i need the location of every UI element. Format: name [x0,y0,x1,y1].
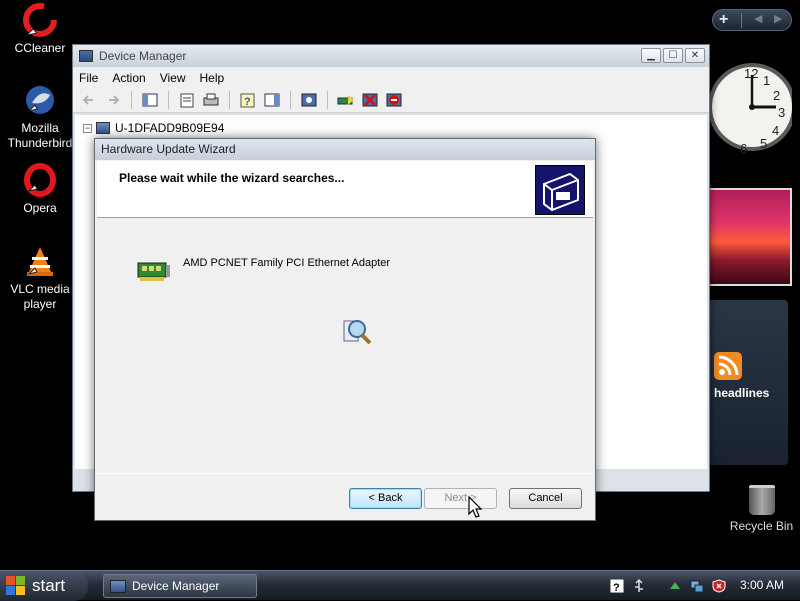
toolbar-divider [290,91,291,109]
toolbar-divider [229,91,230,109]
desktop-icon-recycle-bin[interactable]: Recycle Bin [723,485,800,533]
sidebar-control-divider [741,13,742,28]
menu-file[interactable]: File [79,71,98,85]
back-button[interactable]: < Back [349,488,422,509]
desktop-icon-label: Mozilla Thunderbird [7,121,73,150]
show-hide-tree-icon[interactable] [140,91,160,109]
system-tray: ? 3:00 AM [609,574,800,598]
tree-item-computer[interactable]: − U-1DFADD9B09E94 [83,121,224,135]
window-title: Device Manager [99,49,187,63]
previous-gadget-button[interactable]: ◀ [754,12,762,25]
uninstall-device-icon[interactable] [384,91,404,109]
slideshow-gadget[interactable] [708,188,792,286]
toolbar-divider [327,91,328,109]
clock-numeral: 2 [773,88,780,103]
clock-numeral: 1 [763,73,770,88]
windows-logo-icon [6,576,26,596]
wizard-titlebar[interactable]: Hardware Update Wizard [95,139,595,160]
taskbar-item-label: Device Manager [132,579,220,593]
wizard-header: Please wait while the wizard searches... [97,161,593,218]
rss-feed-icon [714,352,742,380]
desktop: CCleaner Mozilla Thunderbird Opera VLC m… [0,0,800,570]
svg-text:?: ? [244,96,251,108]
caption-buttons: ▁ ☐ ✕ [641,48,705,63]
menu-bar: File Action View Help [73,67,709,88]
start-label: start [32,576,66,595]
clock-numeral: 4 [772,123,779,138]
next-button[interactable]: Next > [424,488,497,509]
desktop-icon-label: Recycle Bin [729,519,794,533]
cancel-button[interactable]: Cancel [509,488,582,509]
search-magnifier-icon [341,315,373,347]
desktop-icon-vlc[interactable]: VLC media player [0,244,80,312]
show-hide-action-pane-icon[interactable] [262,91,282,109]
toolbar-divider [168,91,169,109]
device-manager-icon [79,50,93,62]
ccleaner-icon [23,3,57,37]
device-manager-titlebar[interactable]: Device Manager [73,45,709,67]
maximize-button[interactable]: ☐ [663,48,683,63]
taskbar-clock[interactable]: 3:00 AM [740,578,784,592]
desktop-icon-label: Opera [23,201,57,215]
menu-action[interactable]: Action [112,71,145,85]
tree-expander[interactable]: − [83,123,92,133]
thunderbird-icon [23,83,57,117]
add-gadget-button[interactable]: + [719,11,728,29]
network-tray-icon[interactable] [690,579,704,593]
device-manager-icon [110,579,126,593]
hardware-update-wizard-dialog: Hardware Update Wizard Please wait while… [94,138,596,521]
desktop-icon-label: VLC media player [10,282,70,311]
help-icon[interactable]: ? [238,91,258,109]
device-entry: AMD PCNET Family PCI Ethernet Adapter [137,257,390,283]
desktop-icon-thunderbird[interactable]: Mozilla Thunderbird [0,83,80,151]
back-arrow-icon[interactable] [79,91,99,109]
start-button[interactable]: start [0,571,88,601]
taskbar-item-device-manager[interactable]: Device Manager [103,574,257,598]
computer-icon [96,122,110,134]
minimize-button[interactable]: ▁ [641,48,661,63]
close-button[interactable]: ✕ [685,48,705,63]
menu-view[interactable]: View [160,71,186,85]
disable-device-icon[interactable] [360,91,380,109]
tree-item-label: U-1DFADD9B09E94 [115,121,225,135]
menu-help[interactable]: Help [200,71,225,85]
help-tray-icon[interactable]: ? [609,578,625,594]
device-name: AMD PCNET Family PCI Ethernet Adapter [183,257,391,269]
clock-numeral: 5 [760,136,767,151]
feed-label: headlines [714,386,770,400]
usb-tray-icon[interactable] [632,578,646,593]
toolbar-divider [131,91,132,109]
sidebar-controls: + ◀ ▶ [712,9,792,31]
print-icon[interactable] [201,91,221,109]
desktop-icon-label: CCleaner [14,41,66,55]
mouse-cursor-icon [468,495,484,520]
network-adapter-icon [137,261,171,283]
desktop-icon-ccleaner[interactable]: CCleaner [0,3,80,56]
next-gadget-button[interactable]: ▶ [774,12,782,25]
forward-arrow-icon[interactable] [103,91,123,109]
clock-numeral: 3 [778,105,785,120]
clock-numeral: 6 [740,141,747,156]
scan-hardware-icon[interactable] [299,91,319,109]
clock-gadget[interactable]: 12 1 2 3 4 5 6 [700,45,796,170]
vlc-cone-icon [23,244,57,278]
properties-icon[interactable] [177,91,197,109]
svg-text:?: ? [613,582,620,593]
feed-headlines-gadget[interactable]: headlines [708,300,788,465]
wizard-title: Hardware Update Wizard [101,142,236,156]
wizard-heading: Please wait while the wizard searches... [119,171,345,185]
taskbar: start Device Manager ? 3:00 AM [0,570,800,601]
recycle-bin-icon [748,485,775,515]
safely-remove-tray-icon[interactable] [668,579,682,593]
desktop-icon-opera[interactable]: Opera [0,163,80,216]
button-divider [97,473,593,474]
update-driver-icon[interactable] [336,91,356,109]
opera-icon [23,163,57,197]
security-shield-icon[interactable] [712,579,726,593]
toolbar: ? [73,88,709,113]
hardware-wizard-icon [535,165,585,215]
